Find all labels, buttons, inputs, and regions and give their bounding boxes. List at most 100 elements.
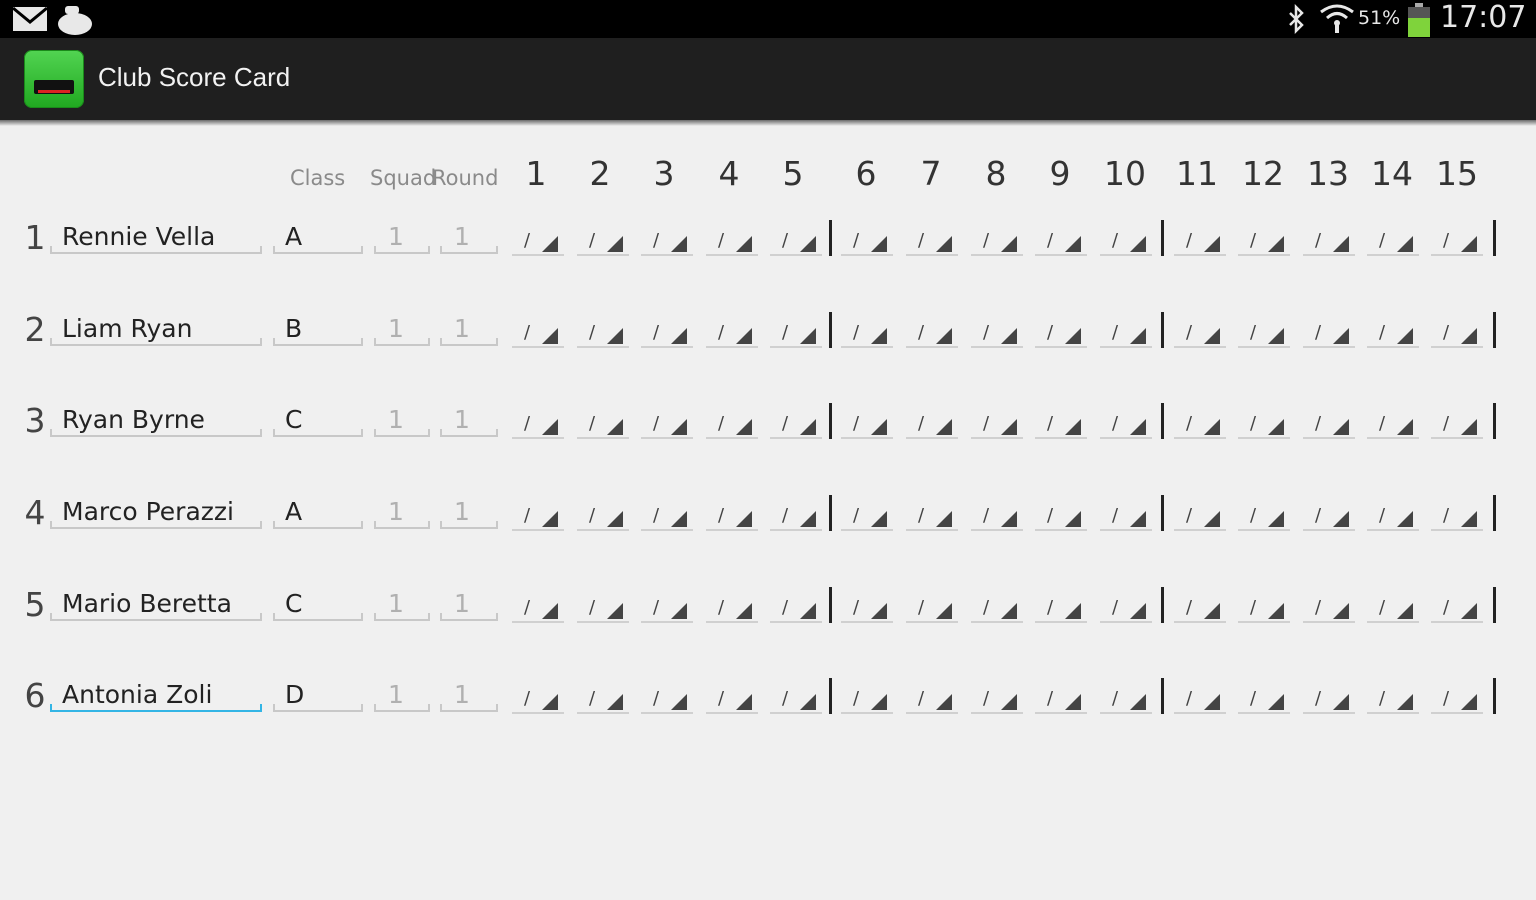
shot-cell-stand-5[interactable]: / <box>770 593 822 623</box>
shooter-name-field[interactable]: Marco Perazzi <box>50 497 262 529</box>
shot-cell-stand-6[interactable]: / <box>841 501 893 531</box>
shot-cell-stand-7[interactable]: / <box>906 318 958 348</box>
shooter-name-field[interactable]: Antonia Zoli <box>50 680 262 712</box>
shot-cell-stand-3[interactable]: / <box>641 226 693 256</box>
shot-cell-stand-15[interactable]: / <box>1431 318 1483 348</box>
shot-cell-stand-6[interactable]: / <box>841 226 893 256</box>
shot-cell-stand-15[interactable]: / <box>1431 226 1483 256</box>
shot-cell-stand-8[interactable]: / <box>971 501 1023 531</box>
shot-cell-stand-13[interactable]: / <box>1303 318 1355 348</box>
round-field[interactable]: 1 <box>440 589 498 621</box>
shot-cell-stand-1[interactable]: / <box>512 684 564 714</box>
shot-cell-stand-12[interactable]: / <box>1238 318 1290 348</box>
shot-cell-stand-6[interactable]: / <box>841 318 893 348</box>
shot-cell-stand-13[interactable]: / <box>1303 226 1355 256</box>
shot-cell-stand-1[interactable]: / <box>512 409 564 439</box>
shot-cell-stand-14[interactable]: / <box>1367 226 1419 256</box>
round-field[interactable]: 1 <box>440 222 498 254</box>
shot-cell-stand-3[interactable]: / <box>641 318 693 348</box>
shooter-name-field[interactable]: Ryan Byrne <box>50 405 262 437</box>
shot-cell-stand-7[interactable]: / <box>906 409 958 439</box>
shot-cell-stand-1[interactable]: / <box>512 501 564 531</box>
shot-cell-stand-8[interactable]: / <box>971 409 1023 439</box>
shot-cell-stand-15[interactable]: / <box>1431 593 1483 623</box>
shot-cell-stand-6[interactable]: / <box>841 409 893 439</box>
shot-cell-stand-4[interactable]: / <box>706 226 758 256</box>
shot-cell-stand-15[interactable]: / <box>1431 501 1483 531</box>
shot-cell-stand-11[interactable]: / <box>1174 409 1226 439</box>
class-field[interactable]: A <box>273 497 363 529</box>
shot-cell-stand-14[interactable]: / <box>1367 593 1419 623</box>
shot-cell-stand-5[interactable]: / <box>770 226 822 256</box>
shot-cell-stand-9[interactable]: / <box>1035 684 1087 714</box>
squad-field[interactable]: 1 <box>374 222 430 254</box>
round-field[interactable]: 1 <box>440 680 498 712</box>
shot-cell-stand-9[interactable]: / <box>1035 226 1087 256</box>
shooter-name-field[interactable]: Mario Beretta <box>50 589 262 621</box>
squad-field[interactable]: 1 <box>374 314 430 346</box>
shot-cell-stand-8[interactable]: / <box>971 684 1023 714</box>
shot-cell-stand-4[interactable]: / <box>706 684 758 714</box>
shot-cell-stand-8[interactable]: / <box>971 593 1023 623</box>
shot-cell-stand-2[interactable]: / <box>577 684 629 714</box>
round-field[interactable]: 1 <box>440 497 498 529</box>
shot-cell-stand-4[interactable]: / <box>706 409 758 439</box>
shot-cell-stand-2[interactable]: / <box>577 593 629 623</box>
shot-cell-stand-3[interactable]: / <box>641 409 693 439</box>
shot-cell-stand-1[interactable]: / <box>512 318 564 348</box>
shot-cell-stand-14[interactable]: / <box>1367 409 1419 439</box>
shot-cell-stand-2[interactable]: / <box>577 409 629 439</box>
class-field[interactable]: D <box>273 680 363 712</box>
shot-cell-stand-12[interactable]: / <box>1238 501 1290 531</box>
shot-cell-stand-11[interactable]: / <box>1174 226 1226 256</box>
class-field[interactable]: C <box>273 405 363 437</box>
shot-cell-stand-10[interactable]: / <box>1100 684 1152 714</box>
shot-cell-stand-13[interactable]: / <box>1303 684 1355 714</box>
squad-field[interactable]: 1 <box>374 589 430 621</box>
shot-cell-stand-9[interactable]: / <box>1035 501 1087 531</box>
shot-cell-stand-15[interactable]: / <box>1431 409 1483 439</box>
shot-cell-stand-12[interactable]: / <box>1238 226 1290 256</box>
shot-cell-stand-5[interactable]: / <box>770 409 822 439</box>
shot-cell-stand-10[interactable]: / <box>1100 501 1152 531</box>
shot-cell-stand-13[interactable]: / <box>1303 501 1355 531</box>
shot-cell-stand-10[interactable]: / <box>1100 409 1152 439</box>
shot-cell-stand-8[interactable]: / <box>971 318 1023 348</box>
shot-cell-stand-7[interactable]: / <box>906 226 958 256</box>
squad-field[interactable]: 1 <box>374 405 430 437</box>
app-icon[interactable] <box>24 50 84 108</box>
shot-cell-stand-10[interactable]: / <box>1100 318 1152 348</box>
shot-cell-stand-4[interactable]: / <box>706 501 758 531</box>
shot-cell-stand-11[interactable]: / <box>1174 684 1226 714</box>
shot-cell-stand-10[interactable]: / <box>1100 593 1152 623</box>
shot-cell-stand-4[interactable]: / <box>706 318 758 348</box>
squad-field[interactable]: 1 <box>374 497 430 529</box>
shot-cell-stand-2[interactable]: / <box>577 226 629 256</box>
shot-cell-stand-7[interactable]: / <box>906 593 958 623</box>
shot-cell-stand-9[interactable]: / <box>1035 593 1087 623</box>
class-field[interactable]: C <box>273 589 363 621</box>
shot-cell-stand-11[interactable]: / <box>1174 501 1226 531</box>
shot-cell-stand-7[interactable]: / <box>906 501 958 531</box>
shot-cell-stand-10[interactable]: / <box>1100 226 1152 256</box>
shot-cell-stand-4[interactable]: / <box>706 593 758 623</box>
shot-cell-stand-3[interactable]: / <box>641 593 693 623</box>
shot-cell-stand-14[interactable]: / <box>1367 684 1419 714</box>
shot-cell-stand-5[interactable]: / <box>770 501 822 531</box>
shot-cell-stand-2[interactable]: / <box>577 318 629 348</box>
class-field[interactable]: A <box>273 222 363 254</box>
shot-cell-stand-15[interactable]: / <box>1431 684 1483 714</box>
shot-cell-stand-1[interactable]: / <box>512 593 564 623</box>
shot-cell-stand-12[interactable]: / <box>1238 684 1290 714</box>
shot-cell-stand-7[interactable]: / <box>906 684 958 714</box>
shot-cell-stand-9[interactable]: / <box>1035 409 1087 439</box>
squad-field[interactable]: 1 <box>374 680 430 712</box>
round-field[interactable]: 1 <box>440 405 498 437</box>
shot-cell-stand-9[interactable]: / <box>1035 318 1087 348</box>
shot-cell-stand-6[interactable]: / <box>841 684 893 714</box>
shot-cell-stand-14[interactable]: / <box>1367 501 1419 531</box>
shot-cell-stand-11[interactable]: / <box>1174 593 1226 623</box>
shooter-name-field[interactable]: Rennie Vella <box>50 222 262 254</box>
shot-cell-stand-14[interactable]: / <box>1367 318 1419 348</box>
class-field[interactable]: B <box>273 314 363 346</box>
